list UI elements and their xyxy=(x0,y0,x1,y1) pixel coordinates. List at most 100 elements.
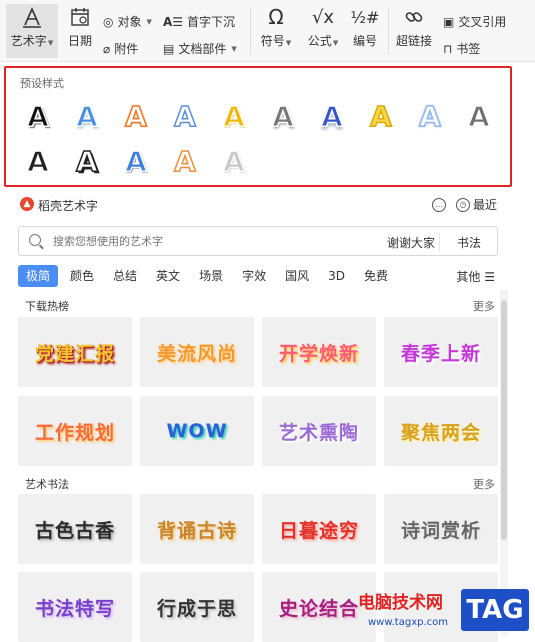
hot-card-text: 党建汇报 xyxy=(34,342,115,365)
calligraphy-card-text: 诗词赏析 xyxy=(400,519,481,542)
preset-style-item[interactable]: A xyxy=(67,96,107,136)
calligraphy-card[interactable]: 背诵古诗 xyxy=(140,494,254,564)
preset-style-item[interactable]: A xyxy=(459,96,499,136)
drop-cap-button[interactable]: A☰ 首字下沉 xyxy=(163,13,235,30)
more-categories-button[interactable]: 其他 ☰ xyxy=(456,268,495,285)
category-tab[interactable]: 免费 xyxy=(364,265,388,287)
preset-style-item[interactable]: A xyxy=(165,141,205,181)
preset-style-item[interactable]: A xyxy=(263,96,303,136)
calligraphy-card[interactable]: 古色古香 xyxy=(18,494,132,564)
hot-card[interactable]: 聚焦两会 xyxy=(384,396,498,466)
calligraphy-section-title: 艺术书法 xyxy=(25,478,69,491)
bookmark-button[interactable]: ⊓ 书签 xyxy=(443,40,480,57)
daoke-logo-icon: ▲ xyxy=(20,197,34,211)
attachment-label: 附件 xyxy=(114,42,139,56)
calligraphy-card-text: 行成于思 xyxy=(156,597,237,620)
numbering-button[interactable]: ½# 编号 xyxy=(348,4,382,58)
ribbon-divider xyxy=(250,8,251,54)
recent-button[interactable]: ◷ 最近 xyxy=(455,196,497,213)
calligraphy-card[interactable]: 书法特写 xyxy=(18,572,132,642)
category-tab[interactable]: 3D xyxy=(328,265,345,287)
preset-style-item[interactable]: A xyxy=(214,141,254,181)
doc-parts-button[interactable]: ▤ 文档部件 ▼ xyxy=(163,40,237,57)
search-suggestion-chip[interactable]: 谢谢大家 xyxy=(377,232,446,252)
preset-style-item[interactable]: A xyxy=(410,96,450,136)
drop-cap-label: 首字下沉 xyxy=(187,15,236,29)
preset-style-item[interactable]: A xyxy=(18,96,58,136)
daoke-actions: … ◷ 最近 xyxy=(431,196,497,213)
preset-styles-title: 预设样式 xyxy=(20,77,64,90)
hot-card[interactable]: 开学焕新 xyxy=(262,317,376,387)
art-text-button[interactable]: 艺术字▼ xyxy=(6,4,58,58)
hot-card-text: 工作规划 xyxy=(34,421,115,444)
category-tabs: 极简 颜色 总结 英文 场景 字效 国风 3D 免费 xyxy=(18,265,407,287)
hot-card[interactable]: 党建汇报 xyxy=(18,317,132,387)
numbering-icon: ½# xyxy=(350,7,380,27)
calligraphy-card-text: 古色古香 xyxy=(34,519,115,542)
preset-style-item[interactable]: A xyxy=(312,96,352,136)
hyperlink-button[interactable]: 超链接 xyxy=(392,4,436,58)
date-button[interactable]: 日期 xyxy=(62,4,98,58)
calligraphy-card-text: 背诵古诗 xyxy=(156,519,237,542)
calligraphy-card[interactable]: 日暮途穷 xyxy=(262,494,376,564)
preset-style-item[interactable]: A xyxy=(165,96,205,136)
cross-ref-label: 交叉引用 xyxy=(458,15,507,29)
insert-ribbon: 艺术字▼ 日期 ◎ 对象 ▼ ⌀ 附件 A☰ 首字下沉 ▤ 文档部件 ▼ Ω 符号▼ √x … xyxy=(0,0,535,62)
hot-card-text: 艺术熏陶 xyxy=(278,421,359,444)
category-tab[interactable]: 字效 xyxy=(242,265,266,287)
chip-divider xyxy=(439,233,440,251)
preset-style-item[interactable]: A xyxy=(116,141,156,181)
omega-icon: Ω xyxy=(268,5,284,29)
link-icon xyxy=(404,4,424,30)
chevron-down-icon: ▼ xyxy=(332,39,339,47)
ribbon-divider xyxy=(388,8,389,54)
calligraphy-card-text: 史论结合 xyxy=(278,597,359,620)
search-bar: 谢谢大家 书法 xyxy=(18,226,498,256)
object-label: 对象 xyxy=(117,15,142,29)
search-input[interactable] xyxy=(53,232,353,250)
symbol-button[interactable]: Ω 符号▼ xyxy=(256,4,296,58)
calligraphy-card-text: 书法特写 xyxy=(34,597,115,620)
cross-ref-button[interactable]: ▣ 交叉引用 xyxy=(443,13,506,30)
category-tab[interactable]: 总结 xyxy=(113,265,137,287)
formula-label: 公式 xyxy=(307,34,332,48)
calligraphy-card[interactable]: 行成于思 xyxy=(140,572,254,642)
watermark-url: www.tagxp.com xyxy=(368,617,448,628)
hot-card-text: 美流风尚 xyxy=(156,342,237,365)
category-tab[interactable]: 场景 xyxy=(199,265,223,287)
calligraphy-card-text: 日暮途穷 xyxy=(278,519,359,542)
calendar-icon xyxy=(69,4,91,30)
preset-style-item[interactable]: A xyxy=(361,96,401,136)
bookmark-label: 书签 xyxy=(456,42,481,56)
daoke-header: ▲ 稻壳艺术字 … ◷ 最近 xyxy=(0,194,535,216)
calligraphy-more-link[interactable]: 更多 xyxy=(473,476,495,492)
preset-style-item[interactable]: A xyxy=(18,141,58,181)
hot-card[interactable]: 艺术熏陶 xyxy=(262,396,376,466)
calligraphy-card[interactable]: 诗词赏析 xyxy=(384,494,498,564)
hot-card[interactable]: 工作规划 xyxy=(18,396,132,466)
preset-style-item[interactable]: A xyxy=(214,96,254,136)
art-text-label: 艺术字 xyxy=(10,34,47,48)
attachment-button[interactable]: ⌀ 附件 xyxy=(103,40,138,57)
preset-style-item[interactable]: A xyxy=(116,96,156,136)
preset-style-item[interactable]: A xyxy=(67,141,107,181)
hot-more-link[interactable]: 更多 xyxy=(473,298,495,314)
category-tab[interactable]: 英文 xyxy=(156,265,180,287)
hot-card[interactable]: 春季上新 xyxy=(384,317,498,387)
search-suggestion-chip[interactable]: 书法 xyxy=(447,232,492,252)
category-tab[interactable]: 国风 xyxy=(285,265,309,287)
watermark-tag: TAG xyxy=(461,589,529,631)
category-tab[interactable]: 极简 xyxy=(18,265,59,287)
scrollbar-thumb[interactable] xyxy=(501,300,507,540)
category-tab[interactable]: 颜色 xyxy=(70,265,94,287)
hyperlink-label: 超链接 xyxy=(395,34,432,48)
hot-card[interactable]: WOW xyxy=(140,396,254,466)
doc-parts-icon: ▤ xyxy=(163,41,175,56)
cross-ref-icon: ▣ xyxy=(443,14,455,29)
formula-button[interactable]: √x 公式▼ xyxy=(303,4,343,58)
hot-card[interactable]: 美流风尚 xyxy=(140,317,254,387)
daoke-title: 稻壳艺术字 xyxy=(38,199,99,213)
object-button[interactable]: ◎ 对象 ▼ xyxy=(103,13,152,30)
chevron-down-icon: ▼ xyxy=(146,17,152,26)
chat-icon[interactable]: … xyxy=(431,197,446,212)
